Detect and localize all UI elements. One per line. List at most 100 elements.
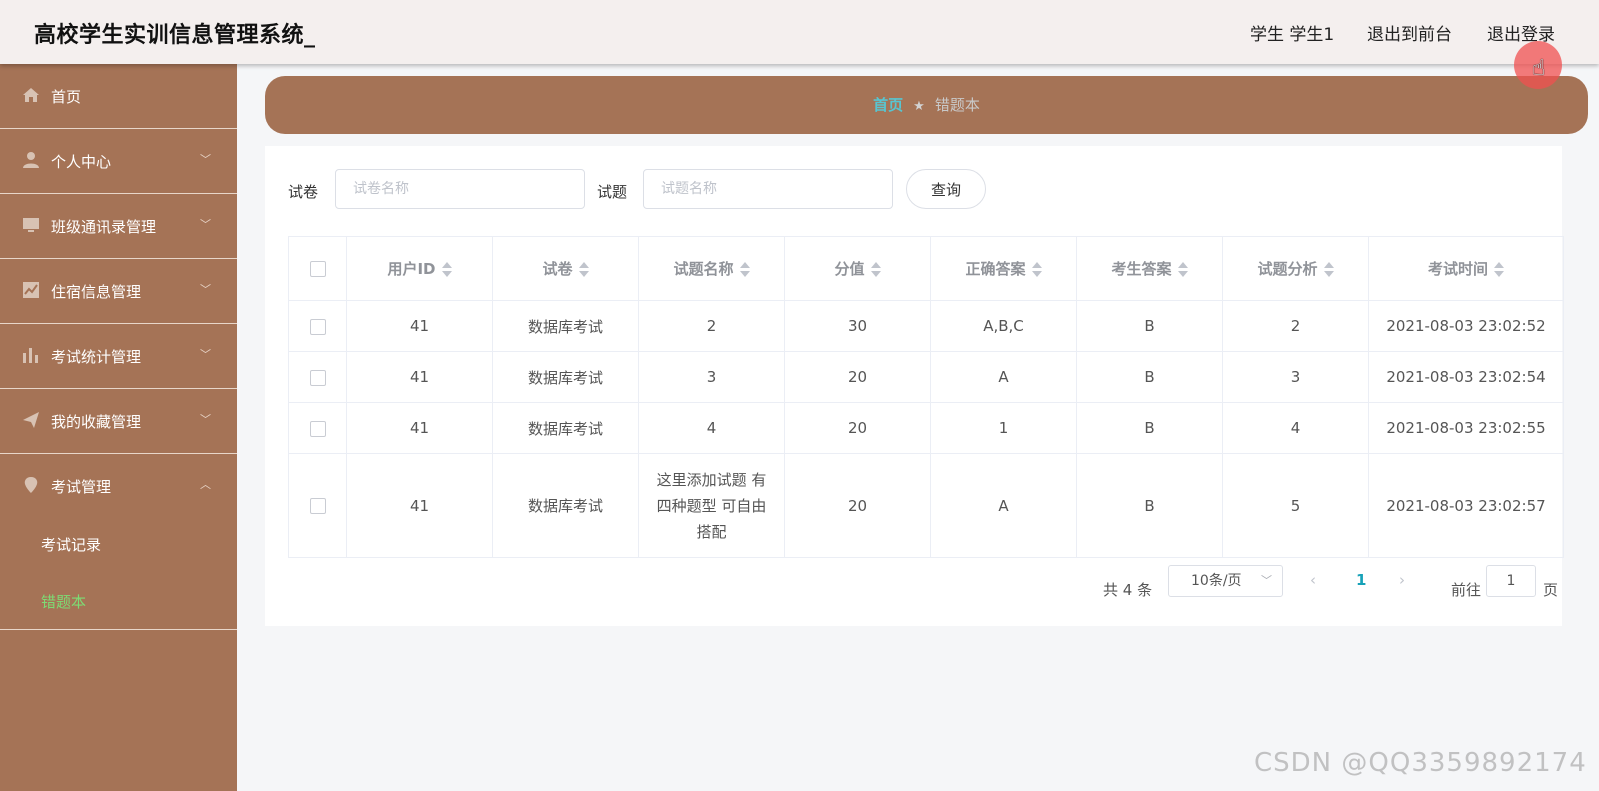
app-title: 高校学生实训信息管理系统_ [34, 23, 316, 48]
table-cell: 数据库考试 [492, 351, 639, 403]
home-icon [23, 88, 39, 102]
sort-icon[interactable] [1031, 262, 1042, 277]
table-cell: 3 [638, 351, 785, 403]
prev-page-button[interactable]: ‹ [1310, 571, 1316, 589]
row-select-cell [288, 402, 347, 454]
table-header-row: 用户ID 试卷 试题名称 分值 正确答案 考生答案 试题分析 考试时间 [288, 236, 1564, 301]
sidebar-item-label: 考试统计管理 [51, 348, 142, 366]
sidebar-subitem-exam-records[interactable]: 考试记录 [41, 534, 101, 555]
table-cell: 4 [1222, 402, 1369, 454]
paper-label: 试卷 [288, 183, 319, 201]
table-cell: 2 [638, 300, 785, 352]
table-cell: B [1076, 453, 1223, 558]
table-cell: 5 [1222, 453, 1369, 558]
sidebar-item-class-contacts[interactable]: 班级通讯录管理 ﹀ [0, 194, 237, 259]
sidebar-item-favorites[interactable]: 我的收藏管理 ﹀ [0, 389, 237, 454]
bar-chart-icon [23, 348, 38, 363]
sidebar-item-label: 考试管理 [51, 478, 112, 496]
location-icon [24, 477, 38, 493]
sidebar: 首页 个人中心 ﹀ 班级通讯录管理 ﹀ 住宿信息管理 ﹀ 考试统计管理 ﹀ 我的… [0, 64, 237, 791]
breadcrumb-home[interactable]: 首页 [873, 96, 903, 114]
table-cell: A [930, 351, 1077, 403]
sidebar-item-label: 我的收藏管理 [51, 413, 142, 431]
column-header[interactable]: 考试时间 [1368, 236, 1564, 301]
question-label: 试题 [597, 183, 628, 201]
sidebar-item-label: 住宿信息管理 [51, 283, 142, 301]
sort-icon[interactable] [1177, 262, 1188, 277]
sort-icon[interactable] [578, 262, 589, 277]
table-cell: 2021-08-03 23:02:57 [1368, 453, 1564, 558]
column-header[interactable]: 考生答案 [1076, 236, 1223, 301]
table-cell: 数据库考试 [492, 402, 639, 454]
current-user: 学生 学生1 [1250, 25, 1335, 45]
wrong-questions-table: 用户ID 试卷 试题名称 分值 正确答案 考生答案 试题分析 考试时间 41 数… [288, 236, 1564, 558]
column-header[interactable]: 试题分析 [1222, 236, 1369, 301]
chevron-down-icon: ﹀ [200, 348, 211, 361]
goto-suffix: 页 [1543, 581, 1559, 599]
exam-submenu: 考试记录 错题本 [0, 515, 237, 630]
sidebar-item-dorm[interactable]: 住宿信息管理 ﹀ [0, 259, 237, 324]
top-header: 高校学生实训信息管理系统_ 学生 学生1 退出到前台 退出登录 ☝ [0, 0, 1599, 89]
page-size-value: 10条/页 [1191, 573, 1242, 589]
question-search-input[interactable] [643, 169, 893, 209]
sidebar-item-label: 班级通讯录管理 [51, 218, 157, 236]
column-header[interactable]: 分值 [784, 236, 931, 301]
column-header-label: 分值 [834, 260, 865, 278]
table-cell: 这里添加试题 有四种题型 可自由搭配 [638, 453, 785, 558]
sidebar-item-exam-stats[interactable]: 考试统计管理 ﹀ [0, 324, 237, 389]
breadcrumb: 首页 ★ 错题本 [265, 76, 1588, 134]
table-cell: 20 [784, 453, 931, 558]
hand-cursor-icon: ☝ [1532, 56, 1546, 81]
chevron-down-icon: ﹀ [200, 153, 211, 166]
pagination-total: 共 4 条 [1103, 581, 1153, 599]
next-page-button[interactable]: › [1399, 571, 1405, 589]
column-header[interactable]: 试卷 [492, 236, 639, 301]
row-checkbox[interactable] [309, 318, 326, 335]
question-name-text: 这里添加试题 有四种题型 可自由搭配 [656, 470, 767, 541]
watermark: CSDN @QQ3359892174 [1254, 748, 1587, 778]
column-header[interactable]: 用户ID [346, 236, 493, 301]
goto-page-input[interactable] [1486, 565, 1536, 597]
row-checkbox[interactable] [309, 369, 326, 386]
sort-icon[interactable] [1323, 262, 1334, 277]
sidebar-item-label: 个人中心 [51, 153, 112, 171]
sidebar-item-exam-management[interactable]: 考试管理 ︿ [0, 454, 237, 519]
table-row: 41 数据库考试 4 20 1 B 4 2021-08-03 23:02:55 [288, 402, 1564, 454]
table-cell: 2 [1222, 300, 1369, 352]
table-cell: 2021-08-03 23:02:54 [1368, 351, 1564, 403]
select-all-cell [288, 236, 347, 301]
exit-to-front-link[interactable]: 退出到前台 [1367, 20, 1452, 45]
sort-icon[interactable] [870, 262, 881, 277]
table-cell: 41 [346, 402, 493, 454]
sort-icon[interactable] [1494, 262, 1504, 277]
column-header-label: 正确答案 [965, 260, 1026, 278]
sort-icon[interactable] [739, 262, 750, 277]
column-header[interactable]: 正确答案 [930, 236, 1077, 301]
row-select-cell [288, 351, 347, 403]
table-cell: 3 [1222, 351, 1369, 403]
chevron-up-icon: ︿ [200, 478, 211, 491]
paper-search-input[interactable] [335, 169, 585, 209]
page-number-current[interactable]: 1 [1356, 571, 1366, 589]
table-cell: 41 [346, 300, 493, 352]
table-cell: 1 [930, 402, 1077, 454]
select-all-checkbox[interactable] [309, 261, 326, 277]
column-header[interactable]: 试题名称 [638, 236, 785, 301]
sidebar-item-profile[interactable]: 个人中心 ﹀ [0, 129, 237, 194]
sidebar-item-home[interactable]: 首页 [0, 64, 237, 129]
sidebar-subitem-wrong-questions[interactable]: 错题本 [41, 591, 86, 612]
page-size-select[interactable]: 10条/页 ﹀ [1168, 565, 1283, 597]
row-checkbox[interactable] [309, 498, 326, 514]
row-select-cell [288, 300, 347, 352]
row-checkbox[interactable] [309, 420, 326, 437]
table-cell: 2021-08-03 23:02:52 [1368, 300, 1564, 352]
query-button[interactable]: 查询 [906, 169, 986, 209]
table-cell: B [1076, 300, 1223, 352]
table-cell: 20 [784, 402, 931, 454]
table-cell: 数据库考试 [492, 453, 639, 558]
table-cell: 4 [638, 402, 785, 454]
breadcrumb-current: 错题本 [934, 96, 980, 114]
column-header-label: 试卷 [542, 260, 573, 278]
sort-icon[interactable] [441, 262, 452, 277]
chevron-down-icon: ﹀ [200, 283, 211, 296]
